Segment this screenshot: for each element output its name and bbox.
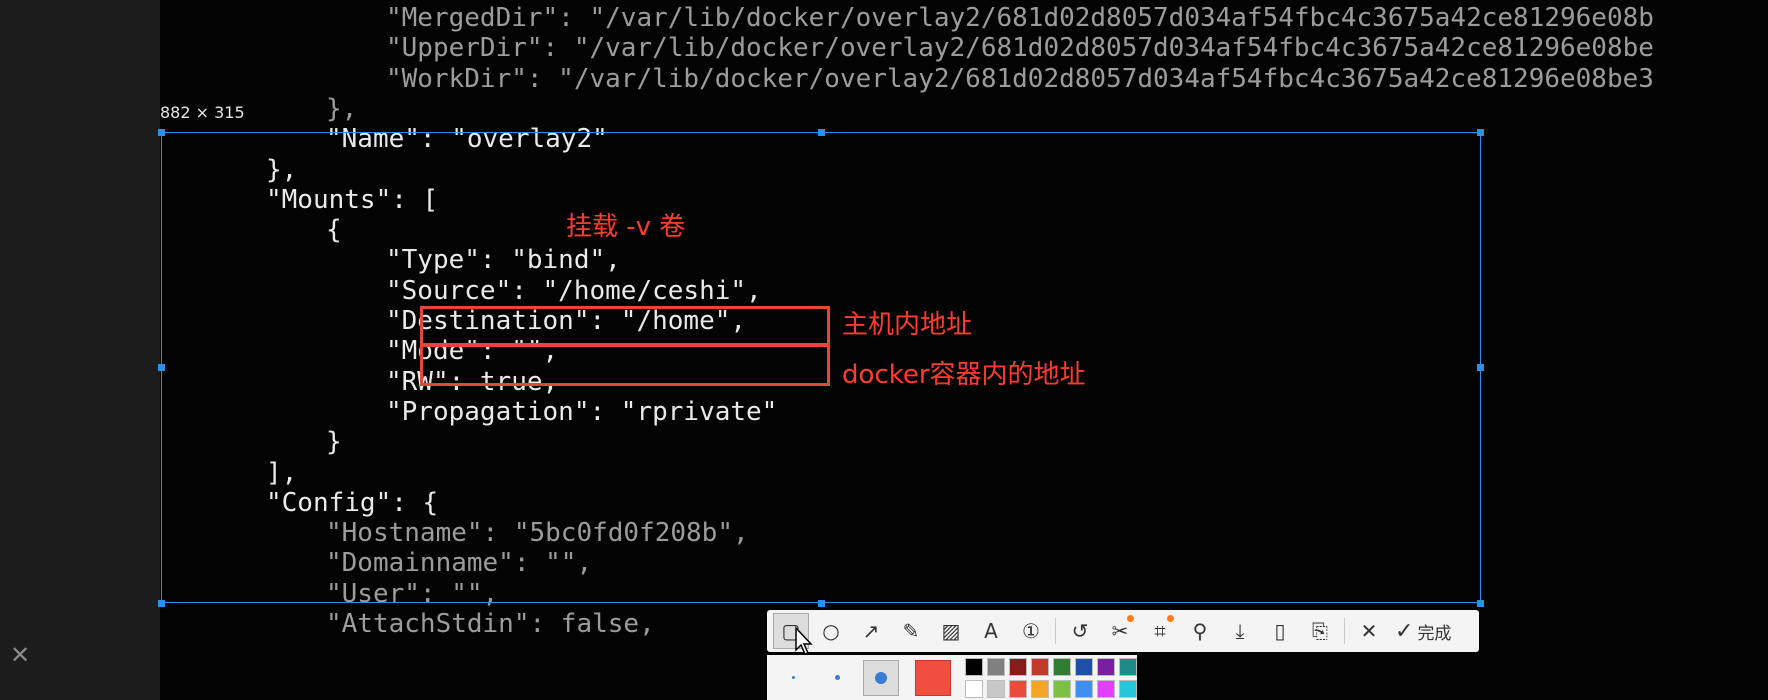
color-swatch[interactable] bbox=[1053, 657, 1071, 676]
text-tool-button[interactable]: A bbox=[973, 613, 1009, 649]
selection-handle-bottom[interactable] bbox=[818, 600, 825, 607]
color-swatch[interactable] bbox=[987, 657, 1005, 676]
color-swatch[interactable] bbox=[1075, 679, 1093, 698]
selection-handle-top[interactable] bbox=[818, 129, 825, 136]
undo-tool-icon: ↺ bbox=[1071, 619, 1089, 643]
pen-tool-button[interactable]: ✎ bbox=[893, 613, 929, 649]
terminal-line: "AttachStdin": false, bbox=[326, 609, 655, 639]
terminal-line: }, bbox=[326, 93, 358, 124]
current-color-swatch[interactable] bbox=[915, 659, 951, 696]
ocr-tool-icon: ⌗ bbox=[1154, 619, 1166, 643]
ellipse-tool-button[interactable]: ○ bbox=[813, 613, 849, 649]
color-swatch[interactable] bbox=[1119, 679, 1137, 698]
color-swatch[interactable] bbox=[1009, 657, 1027, 676]
selection-handle-bottom-left[interactable] bbox=[158, 600, 165, 607]
phone-tool-button[interactable]: ▯ bbox=[1262, 613, 1298, 649]
side-panel: ✕ bbox=[0, 0, 160, 700]
selection-handle-bottom-right[interactable] bbox=[1477, 600, 1484, 607]
annotation-toolbar: ▢ ○ ↗ ✎ ▨ A ① ↺ ✂ ⌗ ⚲ ⤓ ▯ ⎘ ✕ ✓ 完成 bbox=[767, 610, 1479, 652]
pin-tool-button[interactable]: ⚲ bbox=[1182, 613, 1218, 649]
color-swatch[interactable] bbox=[965, 679, 983, 698]
color-swatch[interactable] bbox=[1009, 679, 1027, 698]
color-palette bbox=[965, 657, 1137, 698]
mounts-annotation[interactable]: 挂载 -v 卷 bbox=[566, 206, 685, 243]
terminal-line: "WorkDir": "/var/lib/docker/overlay2/681… bbox=[386, 63, 1654, 94]
color-swatch[interactable] bbox=[987, 679, 1005, 698]
mouse-cursor-icon bbox=[795, 626, 813, 655]
pin-tool-icon: ⚲ bbox=[1192, 619, 1208, 643]
terminal-line: "UpperDir": "/var/lib/docker/overlay2/68… bbox=[386, 33, 1654, 64]
color-swatch[interactable] bbox=[1097, 657, 1115, 676]
arrow-tool-button[interactable]: ↗ bbox=[853, 613, 889, 649]
phone-tool-icon: ▯ bbox=[1274, 619, 1286, 643]
eraser-tool-icon: ✂ bbox=[1111, 619, 1129, 643]
eraser-tool-button[interactable]: ✂ bbox=[1102, 613, 1138, 649]
brush-size-medium[interactable] bbox=[819, 660, 855, 696]
bookmark-tool-icon: ⎘ bbox=[1312, 619, 1328, 643]
color-swatch[interactable] bbox=[1075, 657, 1093, 676]
number-tool-icon: ① bbox=[1022, 619, 1040, 643]
cancel-tool-icon: ✕ bbox=[1360, 619, 1378, 643]
selection-handle-top-left[interactable] bbox=[158, 129, 165, 136]
mosaic-tool-button[interactable]: ▨ bbox=[933, 613, 969, 649]
destination-highlight-box[interactable] bbox=[420, 344, 830, 386]
pen-tool-icon: ✎ bbox=[902, 619, 920, 643]
selection-size-label: 882 × 315 bbox=[160, 103, 245, 122]
source-highlight-box[interactable] bbox=[420, 306, 830, 346]
cancel-tool-button[interactable]: ✕ bbox=[1351, 613, 1387, 649]
number-tool-button[interactable]: ① bbox=[1013, 613, 1049, 649]
bookmark-tool-button[interactable]: ⎘ bbox=[1302, 613, 1338, 649]
download-tool-icon: ⤓ bbox=[1235, 619, 1245, 643]
text-tool-icon: A bbox=[984, 619, 998, 643]
arrow-tool-icon: ↗ bbox=[862, 619, 880, 643]
color-swatch[interactable] bbox=[1053, 679, 1071, 698]
color-swatch[interactable] bbox=[1097, 679, 1115, 698]
undo-tool-button[interactable]: ↺ bbox=[1062, 613, 1098, 649]
color-swatch[interactable] bbox=[1119, 657, 1137, 676]
toolbar-divider bbox=[1344, 618, 1345, 644]
mosaic-tool-icon: ▨ bbox=[941, 619, 961, 643]
done-button[interactable]: ✓ 完成 bbox=[1395, 619, 1451, 644]
brush-size-small[interactable] bbox=[775, 660, 811, 696]
selection-handle-right[interactable] bbox=[1477, 364, 1484, 371]
source-annotation[interactable]: 主机内地址 bbox=[842, 304, 972, 341]
close-icon[interactable]: ✕ bbox=[10, 640, 30, 670]
selection-handle-top-right[interactable] bbox=[1477, 129, 1484, 136]
color-swatch[interactable] bbox=[1031, 657, 1049, 676]
toolbar-divider bbox=[1055, 618, 1056, 644]
ellipse-tool-icon: ○ bbox=[822, 619, 840, 643]
new-badge-icon bbox=[1127, 615, 1134, 622]
color-swatch[interactable] bbox=[1031, 679, 1049, 698]
done-label: 完成 bbox=[1417, 623, 1452, 644]
check-icon: ✓ bbox=[1395, 618, 1414, 644]
selection-handle-left[interactable] bbox=[158, 364, 165, 371]
style-bar bbox=[767, 655, 1137, 700]
download-tool-button[interactable]: ⤓ bbox=[1222, 613, 1258, 649]
destination-annotation[interactable]: docker容器内的地址 bbox=[842, 354, 1086, 391]
ocr-tool-button[interactable]: ⌗ bbox=[1142, 613, 1178, 649]
terminal-line: "MergedDir": "/var/lib/docker/overlay2/6… bbox=[386, 3, 1654, 33]
color-swatch[interactable] bbox=[965, 657, 983, 676]
new-badge-icon bbox=[1167, 615, 1174, 622]
brush-size-large[interactable] bbox=[863, 659, 899, 696]
